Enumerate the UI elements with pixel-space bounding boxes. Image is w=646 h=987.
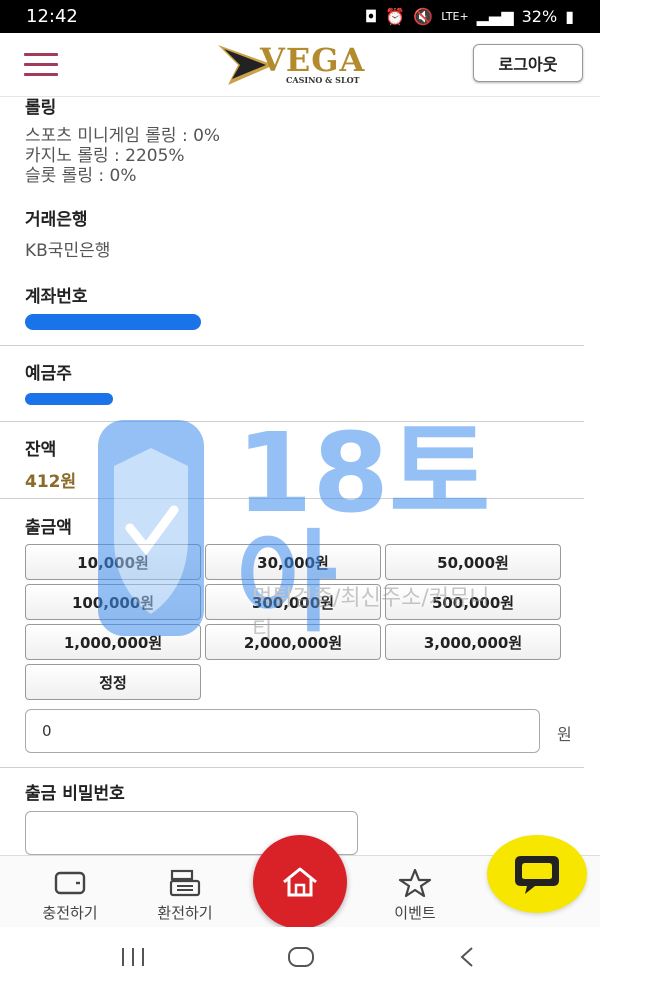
vega-logo[interactable]: VEGA CASINO & SLOT xyxy=(216,41,386,89)
notification-icon: ◘ xyxy=(364,7,378,26)
amount-value: 0 xyxy=(42,722,52,740)
status-bar: 12:42 ◘ ⏰ 🔇 LTE+ ▂▄▆ 32% ▮ xyxy=(0,0,600,33)
amount-button-500000[interactable]: 500,000원 xyxy=(385,584,561,620)
divider xyxy=(0,767,584,768)
cash-register-icon xyxy=(169,869,201,897)
menu-icon[interactable] xyxy=(24,53,58,77)
home-system-icon[interactable] xyxy=(286,945,316,969)
balance-value: 412원 xyxy=(25,472,77,492)
amount-button-100000[interactable]: 100,000원 xyxy=(25,584,201,620)
system-nav-bar xyxy=(0,927,600,987)
nav-event[interactable]: 이벤트 xyxy=(370,868,460,923)
alarm-icon: ⏰ xyxy=(385,7,406,26)
withdraw-title: 출금액 xyxy=(25,518,72,538)
reset-button[interactable]: 정정 xyxy=(25,664,201,700)
divider xyxy=(0,498,584,499)
divider xyxy=(0,421,584,422)
amount-button-10000[interactable]: 10,000원 xyxy=(25,544,201,580)
withdraw-form: 롤링 스포츠 미니게임 롤링 : 0% 카지노 롤링 : 2205% 슬롯 롤링… xyxy=(0,97,600,857)
chat-bubble-icon xyxy=(515,856,559,894)
back-icon[interactable] xyxy=(456,945,480,969)
balance-title: 잔액 xyxy=(25,440,57,460)
logo-main: VEGA xyxy=(260,41,366,79)
star-icon xyxy=(398,868,432,898)
nav-exchange-label: 환전하기 xyxy=(157,904,213,922)
account-title: 계좌번호 xyxy=(25,287,88,307)
amount-button-3000000[interactable]: 3,000,000원 xyxy=(385,624,561,660)
bank-title: 거래은행 xyxy=(25,210,88,230)
signal-icon: ▂▄▆ xyxy=(476,7,514,26)
home-button[interactable] xyxy=(253,835,347,929)
network-label: LTE+ xyxy=(441,10,469,23)
logo-sub: CASINO & SLOT xyxy=(286,75,360,85)
battery-icon: ▮ xyxy=(565,7,574,26)
amount-button-50000[interactable]: 50,000원 xyxy=(385,544,561,580)
chat-button[interactable] xyxy=(487,835,587,913)
recent-apps-icon[interactable] xyxy=(118,945,148,969)
nav-exchange[interactable]: 환전하기 xyxy=(140,868,230,923)
nav-charge-label: 충전하기 xyxy=(42,904,98,922)
holder-redaction xyxy=(25,393,113,405)
amount-button-30000[interactable]: 30,000원 xyxy=(205,544,381,580)
wallet-icon xyxy=(54,871,86,895)
mute-icon: 🔇 xyxy=(413,7,434,26)
page: 12:42 ◘ ⏰ 🔇 LTE+ ▂▄▆ 32% ▮ VEGA CASINO &… xyxy=(0,0,646,987)
divider xyxy=(0,345,584,346)
status-time: 12:42 xyxy=(26,6,78,27)
bank-value: KB국민은행 xyxy=(25,241,111,261)
amount-button-300000[interactable]: 300,000원 xyxy=(205,584,381,620)
nav-event-label: 이벤트 xyxy=(394,904,436,922)
password-title: 출금 비밀번호 xyxy=(25,784,125,804)
rolling-title: 롤링 xyxy=(25,98,57,118)
home-icon xyxy=(283,867,317,897)
top-bar: VEGA CASINO & SLOT 로그아웃 xyxy=(0,33,600,97)
account-redaction xyxy=(25,314,201,330)
battery-label: 32% xyxy=(521,7,558,26)
logout-button[interactable]: 로그아웃 xyxy=(473,44,583,82)
amount-button-2000000[interactable]: 2,000,000원 xyxy=(205,624,381,660)
holder-title: 예금주 xyxy=(25,364,72,384)
nav-charge[interactable]: 충전하기 xyxy=(25,868,115,923)
won-unit-label: 원 xyxy=(557,725,572,744)
withdraw-amount-input[interactable]: 0 xyxy=(25,709,540,753)
status-icons: ◘ ⏰ 🔇 LTE+ ▂▄▆ 32% ▮ xyxy=(365,7,574,26)
amount-button-1000000[interactable]: 1,000,000원 xyxy=(25,624,201,660)
rolling-slot: 슬롯 롤링 : 0% xyxy=(25,166,137,186)
